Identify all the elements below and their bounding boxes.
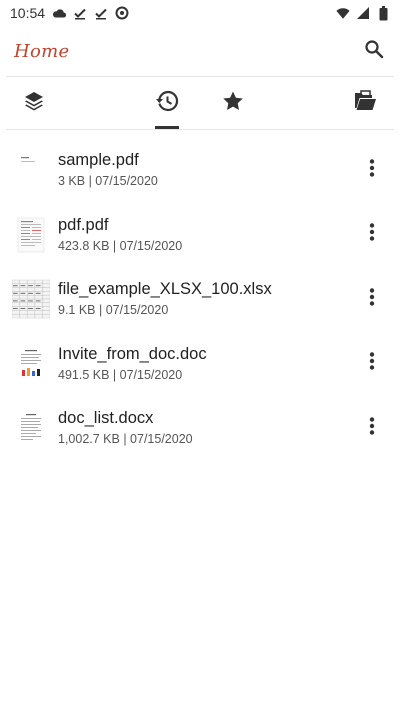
divider <box>6 129 394 130</box>
status-bar: 10:54 <box>0 0 400 26</box>
status-time: 10:54 <box>10 5 46 21</box>
app-bar: Home <box>0 26 400 76</box>
tab-recent[interactable] <box>147 77 187 129</box>
more-options-button[interactable] <box>360 220 384 250</box>
file-text: sample.pdf 3 KB | 07/15/2020 <box>58 150 158 188</box>
file-row[interactable]: Invite_from_doc.doc 491.5 KB | 07/15/202… <box>0 332 400 397</box>
more-options-button[interactable] <box>360 155 384 185</box>
more-options-button[interactable] <box>360 413 384 443</box>
file-name: doc_list.docx <box>58 409 154 427</box>
file-text: doc_list.docx 1,002.7 KB | 07/15/2020 <box>58 408 193 446</box>
more-vert-icon <box>369 223 375 246</box>
file-text: file_example_XLSX_100.xlsx 9.1 KB | 07/1… <box>58 279 272 317</box>
file-name: Invite_from_doc.doc <box>58 344 207 363</box>
doc-thumbnail <box>12 407 50 449</box>
history-icon <box>155 89 179 118</box>
spreadsheet-thumbnail <box>12 278 50 320</box>
file-row[interactable]: file_example_XLSX_100.xlsx 9.1 KB | 07/1… <box>0 267 400 332</box>
file-row[interactable]: doc_list.docx 1,002.7 KB | 07/15/2020 <box>0 396 400 461</box>
doc-thumbnail <box>12 343 50 385</box>
blank-doc-thumbnail <box>12 149 50 191</box>
more-vert-icon <box>369 417 375 440</box>
file-row[interactable]: sample.pdf 3 KB | 07/15/2020 <box>0 138 400 203</box>
search-icon <box>364 39 384 64</box>
more-options-button[interactable] <box>360 349 384 379</box>
file-name: pdf.pdf <box>58 215 109 234</box>
tab-bar <box>0 77 400 129</box>
file-row[interactable]: pdf.pdf 423.8 KB | 07/15/2020 <box>0 203 400 268</box>
file-name: file_example_XLSX_100.xlsx <box>58 280 272 298</box>
battery-icon <box>376 5 390 20</box>
file-text: pdf.pdf 423.8 KB | 07/15/2020 <box>58 215 182 253</box>
search-button[interactable] <box>362 39 386 63</box>
file-meta: 9.1 KB | 07/15/2020 <box>58 303 169 317</box>
tab-favorites[interactable] <box>213 77 253 129</box>
file-meta: 3 KB | 07/15/2020 <box>58 174 158 188</box>
screen: 10:54 Home sample.pdf 3 KB | 07/15/2020 … <box>0 0 400 710</box>
tab-folders[interactable] <box>345 77 385 129</box>
pdf-thumbnail <box>12 214 50 256</box>
file-meta: 1,002.7 KB | 07/15/2020 <box>58 432 193 446</box>
tab-selected-indicator <box>155 126 179 129</box>
file-meta: 423.8 KB | 07/15/2020 <box>58 238 183 253</box>
star-icon <box>222 90 244 117</box>
check-icon <box>73 6 87 20</box>
more-vert-icon <box>369 159 375 182</box>
tab-layers[interactable] <box>14 77 54 129</box>
check-icon <box>94 6 108 20</box>
signal-icon <box>356 6 370 20</box>
cloud-icon <box>52 6 67 20</box>
at-sign-icon <box>115 6 129 20</box>
file-name: sample.pdf <box>58 151 139 169</box>
more-vert-icon <box>369 288 375 311</box>
file-meta: 491.5 KB | 07/15/2020 <box>58 367 183 382</box>
file-list: sample.pdf 3 KB | 07/15/2020 pdf.pdf 423… <box>0 138 400 461</box>
file-text: Invite_from_doc.doc 491.5 KB | 07/15/202… <box>58 344 207 382</box>
app-title: Home <box>14 40 70 62</box>
more-options-button[interactable] <box>360 284 384 314</box>
more-vert-icon <box>369 352 375 375</box>
folder-open-icon <box>353 89 377 117</box>
layers-icon <box>23 90 45 117</box>
wifi-icon <box>336 6 350 20</box>
